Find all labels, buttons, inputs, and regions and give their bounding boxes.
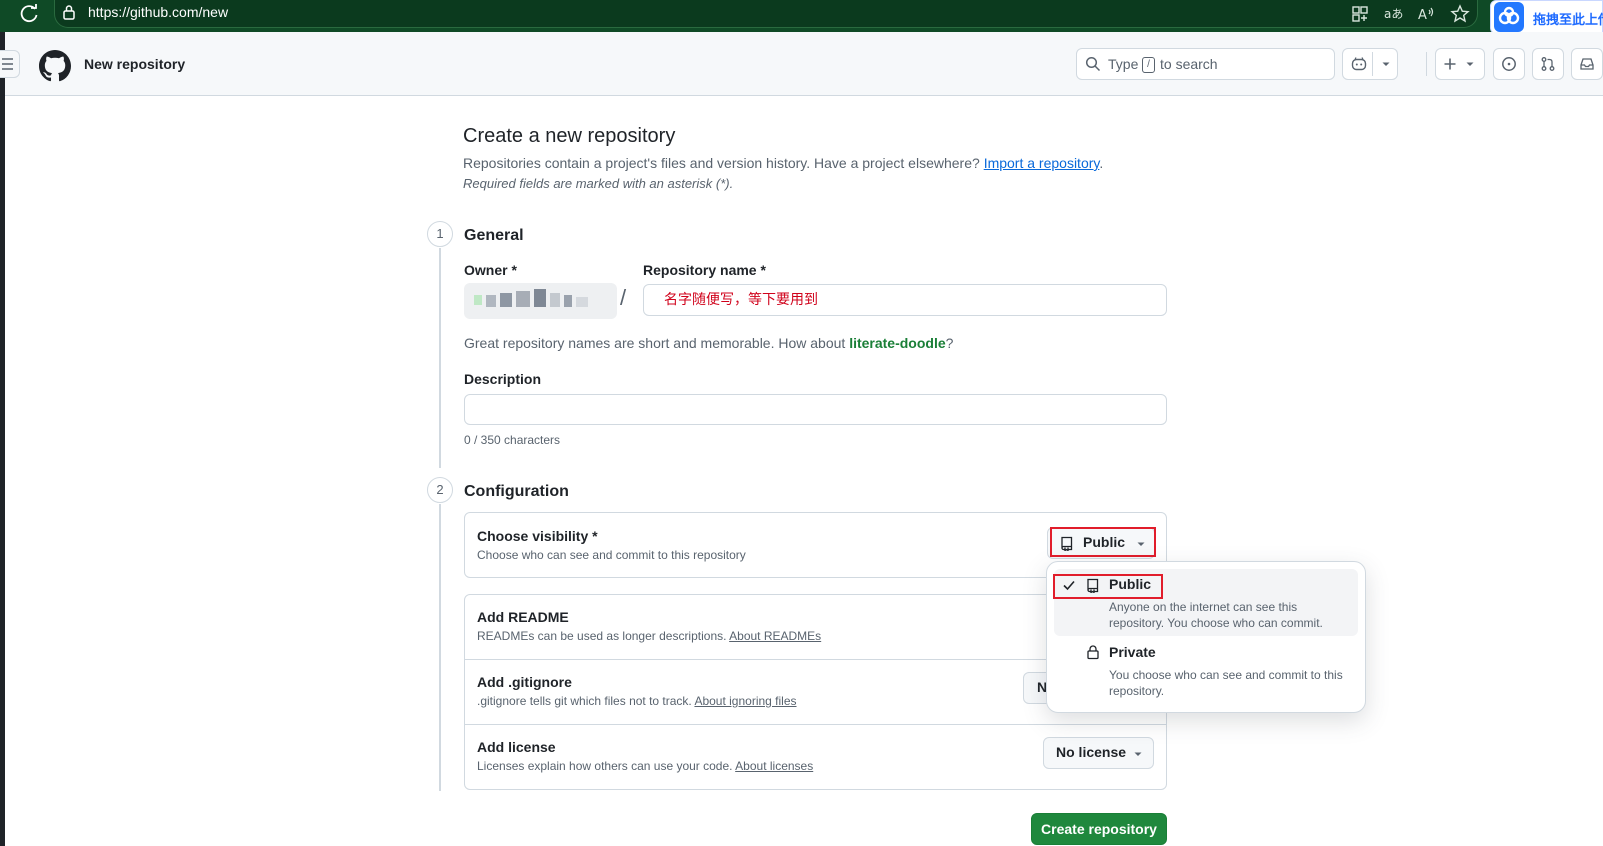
gitignore-title: Add .gitignore [477, 674, 572, 690]
search-icon [1085, 56, 1101, 72]
search-placeholder-prefix: Type [1108, 56, 1139, 72]
repo-name-label: Repository name * [643, 262, 766, 278]
section-title-general: General [464, 227, 524, 244]
search-shortcut-key: / [1142, 57, 1155, 73]
copilot-icon [1351, 56, 1367, 72]
about-licenses-link[interactable]: About licenses [735, 759, 813, 773]
about-readmes-link[interactable]: About READMEs [729, 629, 821, 643]
search-placeholder-suffix: to search [1160, 56, 1218, 72]
license-description: Licenses explain how others can use your… [477, 759, 813, 773]
hamburger-icon [2, 58, 13, 70]
issue-opened-icon [1501, 56, 1517, 72]
copilot-button-divider [1372, 52, 1373, 76]
page-heading: Create a new repository [463, 125, 676, 147]
step-connector [439, 504, 441, 791]
visibility-description: Choose who can see and commit to this re… [477, 548, 746, 562]
description-input[interactable] [464, 394, 1167, 425]
name-hint-text: Great repository names are short and mem… [464, 335, 846, 351]
window-edge [0, 32, 5, 846]
name-suggestion[interactable]: literate-doodle [849, 335, 945, 351]
readme-description-text: READMEs can be used as longer descriptio… [477, 629, 727, 643]
repository-name-input[interactable]: 名字随便写，等下要用到 [643, 284, 1167, 316]
svg-text:aあ: aあ [1384, 7, 1403, 21]
chevron-down-icon [1134, 752, 1142, 756]
visibility-option-description: You choose who can see and commit to thi… [1109, 668, 1343, 698]
lock-icon [1085, 644, 1101, 660]
page-title: New repository [84, 56, 186, 72]
favorite-star-icon[interactable] [1450, 4, 1470, 24]
import-repository-link[interactable]: Import a repository [984, 155, 1100, 171]
visibility-option-description: Anyone on the internet can see this repo… [1109, 600, 1323, 630]
intro-text: Repositories contain a project's files a… [463, 155, 1103, 171]
translate-icon[interactable]: aあ [1383, 4, 1403, 24]
menu-button[interactable] [0, 50, 20, 78]
create-repository-button[interactable]: Create repository [1031, 813, 1167, 845]
license-select-button[interactable]: No license [1043, 737, 1154, 769]
name-hint-end: ? [945, 335, 954, 351]
license-title: Add license [477, 739, 556, 755]
lock-icon[interactable] [62, 4, 76, 20]
url-text[interactable]: https://github.com/new [88, 4, 228, 20]
app-grid-icon[interactable] [1350, 4, 1370, 24]
github-logo-icon[interactable] [39, 50, 71, 82]
name-hint: Great repository names are short and mem… [464, 335, 953, 351]
section-title-configuration: Configuration [464, 483, 569, 500]
chevron-down-icon[interactable] [1378, 56, 1394, 72]
row-divider [464, 724, 1167, 725]
intro-body: Repositories contain a project's files a… [463, 155, 980, 171]
description-label: Description [464, 371, 542, 387]
gitignore-description-text: .gitignore tells git which files not to … [477, 694, 692, 708]
visibility-option-label[interactable]: Private [1109, 644, 1156, 660]
address-bar[interactable] [54, 0, 1478, 28]
step-number: 1 [427, 221, 453, 247]
chevron-down-icon [1462, 56, 1478, 72]
visibility-title: Choose visibility * [477, 528, 598, 544]
owner-label: Owner * [464, 262, 517, 278]
readme-description: READMEs can be used as longer descriptio… [477, 629, 821, 643]
owner-selector[interactable] [464, 283, 617, 319]
description-counter: 0 / 350 characters [464, 433, 561, 447]
git-pull-request-icon [1540, 56, 1556, 72]
gitignore-description: .gitignore tells git which files not to … [477, 694, 797, 708]
readme-title: Add README [477, 609, 569, 625]
inbox-icon [1579, 56, 1595, 72]
plus-icon [1442, 56, 1458, 72]
step-number: 2 [427, 477, 453, 503]
step-connector [439, 248, 441, 468]
intro-end: . [1099, 155, 1104, 171]
owner-repo-separator: / [620, 285, 627, 310]
svg-text:A: A [1418, 8, 1427, 23]
cloud-icon[interactable] [1494, 2, 1524, 32]
license-description-text: Licenses explain how others can use your… [477, 759, 733, 773]
extension-label[interactable]: 拖拽至此上传 [1533, 9, 1603, 28]
license-select-label: No license [1056, 744, 1127, 760]
reload-icon[interactable] [18, 3, 40, 25]
about-ignoring-files-link[interactable]: About ignoring files [694, 694, 796, 708]
header-divider [1426, 52, 1427, 76]
required-fields-note: Required fields are marked with an aster… [463, 176, 734, 191]
read-aloud-icon[interactable]: A [1416, 4, 1436, 24]
annotation-box [1050, 527, 1156, 557]
annotation-box [1053, 574, 1163, 599]
